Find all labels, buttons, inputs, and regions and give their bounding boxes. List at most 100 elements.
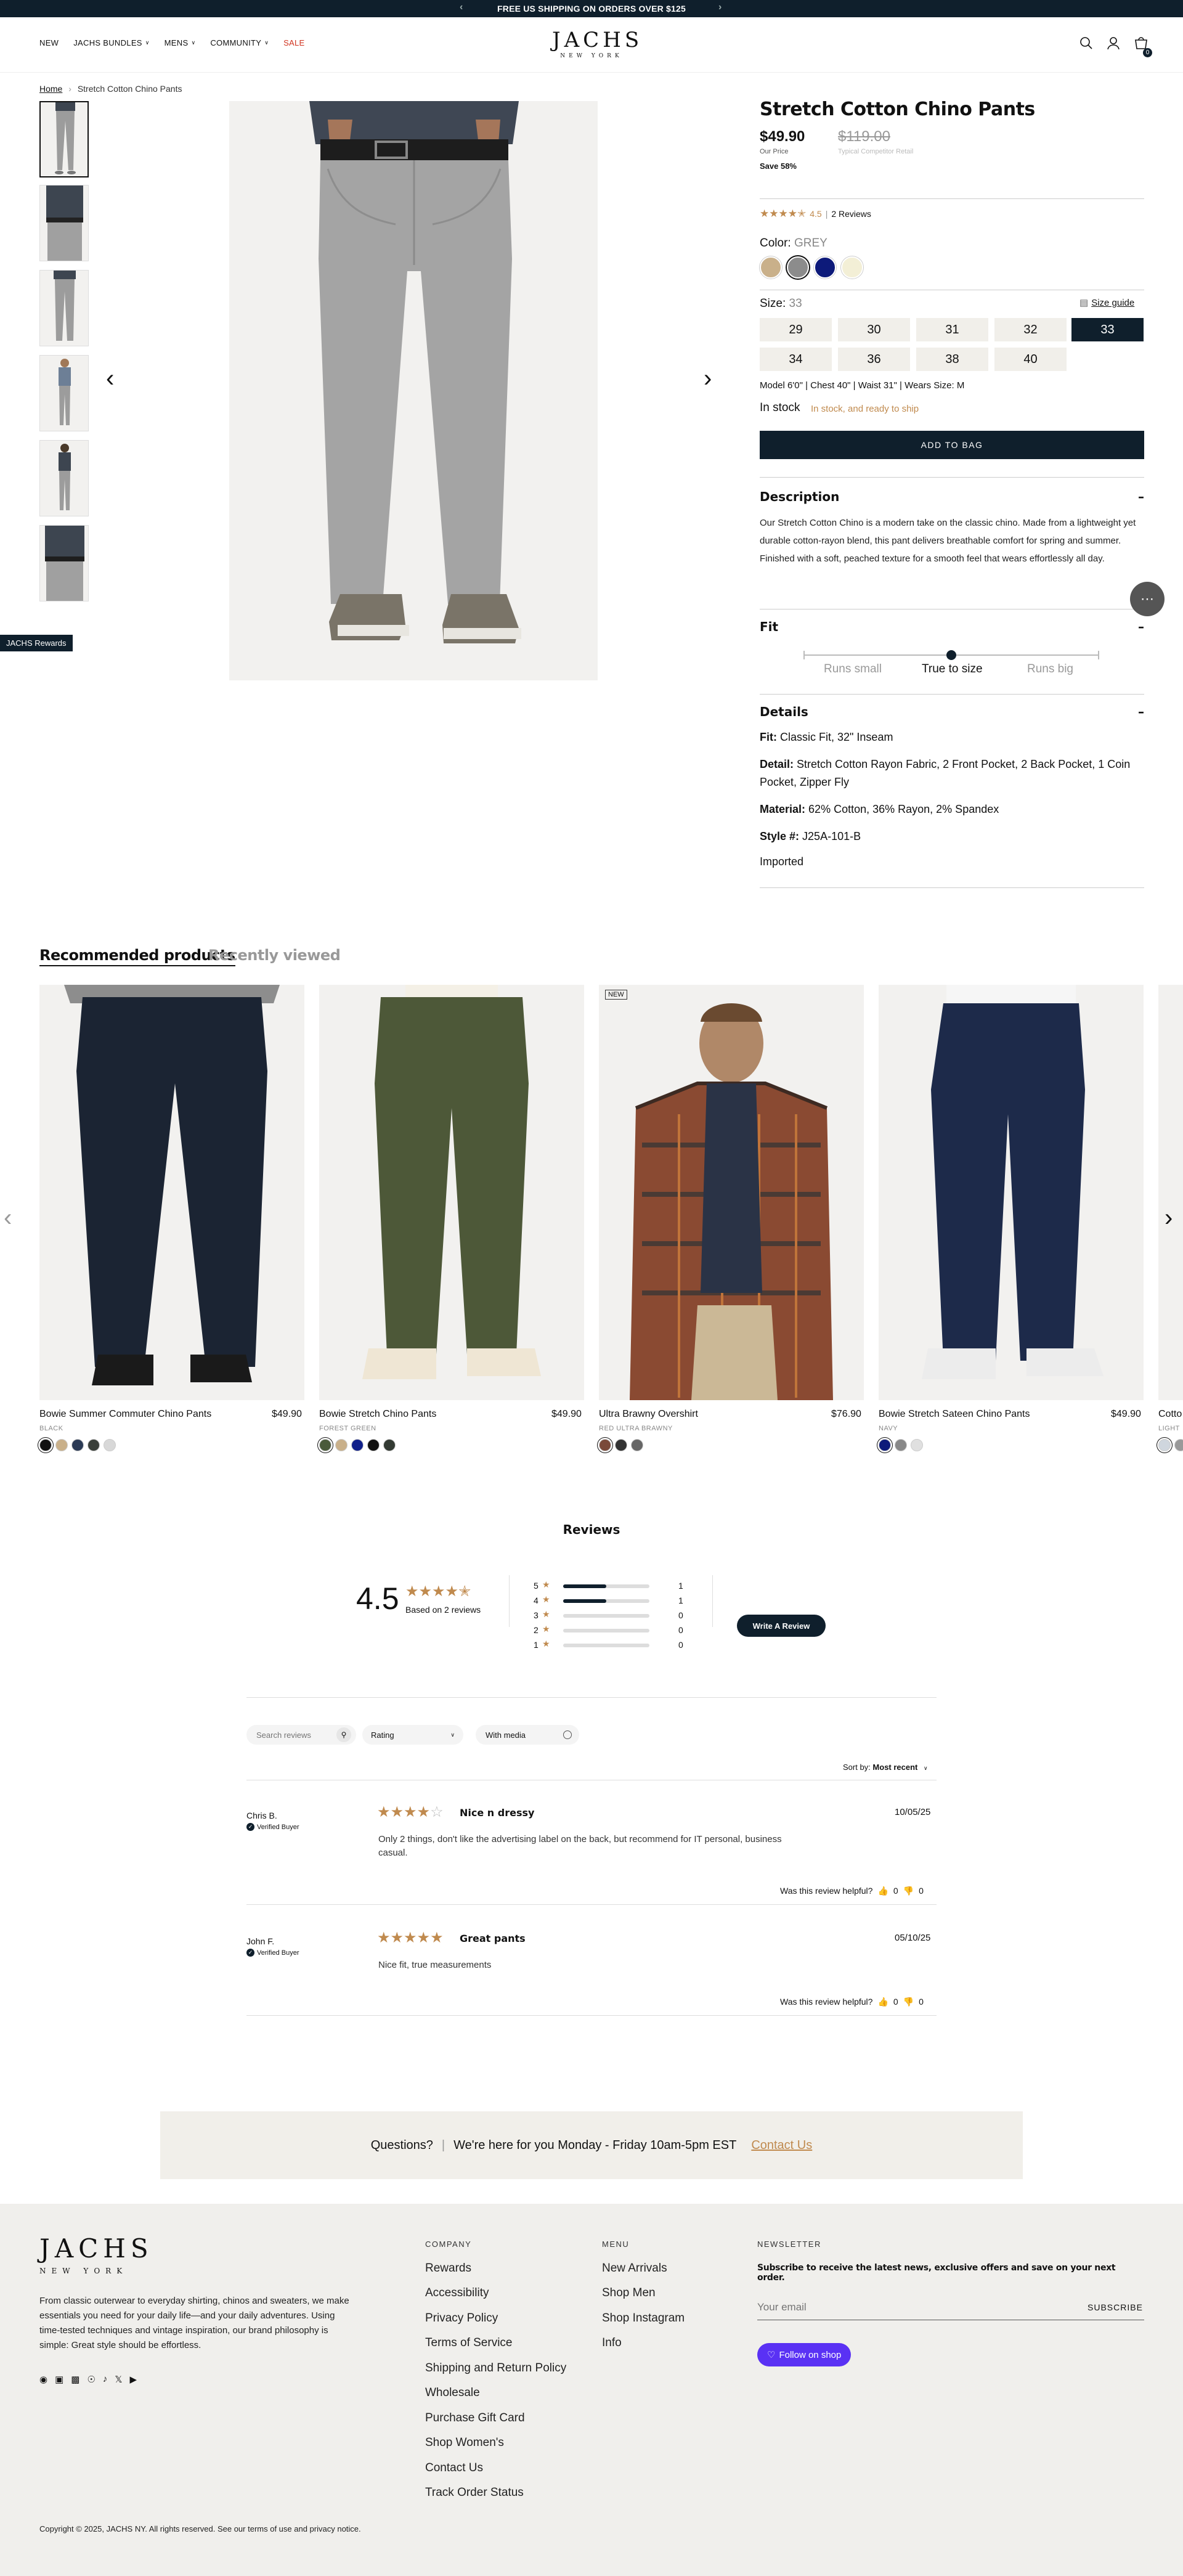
search-icon[interactable]: ⚲: [336, 1727, 351, 1742]
size-option[interactable]: 31: [916, 318, 988, 341]
cart-icon[interactable]: 0: [1134, 36, 1152, 57]
gallery-thumbnail[interactable]: [39, 355, 89, 431]
product-card-image[interactable]: [1158, 985, 1183, 1400]
account-icon[interactable]: [1107, 36, 1120, 53]
tab-recommended[interactable]: Recommended products: [39, 947, 235, 966]
card-swatch[interactable]: [1158, 1439, 1171, 1451]
contact-us-link[interactable]: Contact Us: [751, 2138, 812, 2153]
footer-link[interactable]: Shop Instagram: [602, 2312, 685, 2325]
reviews-link[interactable]: 2 Reviews: [831, 209, 871, 219]
footer-link[interactable]: Wholesale: [425, 2386, 480, 2400]
size-option[interactable]: 40: [994, 348, 1067, 371]
footer-link[interactable]: Shipping and Return Policy: [425, 2362, 566, 2375]
card-swatch[interactable]: [383, 1439, 396, 1451]
gallery-thumbnail[interactable]: [39, 185, 89, 261]
newsletter-email-input[interactable]: [757, 2296, 1035, 2318]
product-card-image[interactable]: [879, 985, 1144, 1400]
size-option[interactable]: 32: [994, 318, 1067, 341]
card-swatch[interactable]: [55, 1439, 68, 1451]
footer-link[interactable]: Rewards: [425, 2262, 471, 2275]
search-reviews[interactable]: ⚲: [246, 1725, 356, 1745]
nav-item-new[interactable]: NEW: [39, 38, 59, 47]
announcement-next-arrow[interactable]: ›: [718, 2, 722, 13]
card-swatch[interactable]: [1174, 1439, 1183, 1451]
card-swatch[interactable]: [351, 1439, 364, 1451]
rewards-launcher[interactable]: JACHS Rewards: [0, 635, 73, 651]
gallery-thumbnail[interactable]: [39, 440, 89, 516]
product-card-image[interactable]: NEW: [599, 985, 864, 1400]
card-swatch[interactable]: [104, 1439, 116, 1451]
carousel-next-icon[interactable]: ›: [1165, 1204, 1173, 1232]
footer-link[interactable]: Shop Men: [602, 2286, 656, 2300]
card-name[interactable]: Cotto: [1158, 1409, 1182, 1420]
card-name[interactable]: Bowie Summer Commuter Chino Pants: [39, 1409, 211, 1420]
size-guide-link[interactable]: ▤ Size guide: [1079, 297, 1134, 309]
card-swatch[interactable]: [335, 1439, 348, 1451]
footer-link[interactable]: Terms of Service: [425, 2336, 512, 2350]
thumbs-down-icon[interactable]: 👎: [903, 1886, 914, 1896]
size-option[interactable]: 29: [760, 318, 832, 341]
rating-filter-select[interactable]: Rating ∨: [362, 1725, 463, 1745]
product-card-image[interactable]: [39, 985, 304, 1400]
card-swatch[interactable]: [367, 1439, 380, 1451]
footer-link[interactable]: Info: [602, 2336, 622, 2350]
card-swatch[interactable]: [87, 1439, 100, 1451]
card-swatch[interactable]: [599, 1439, 611, 1451]
size-option[interactable]: 34: [760, 348, 832, 371]
sort-control[interactable]: Sort by: Most recent ∨: [843, 1763, 928, 1772]
color-swatch-grey[interactable]: [787, 256, 809, 279]
footer-link[interactable]: New Arrivals: [602, 2262, 667, 2275]
color-swatch-cream[interactable]: [841, 256, 863, 279]
facebook-icon[interactable]: ◉: [39, 2374, 47, 2385]
color-swatch-khaki[interactable]: [760, 256, 782, 279]
x-icon[interactable]: 𝕏: [115, 2374, 122, 2385]
nav-item-community[interactable]: COMMUNITY ∨: [210, 38, 269, 47]
card-swatch[interactable]: [615, 1439, 627, 1451]
chevron-left-icon[interactable]: ‹: [106, 365, 114, 393]
description-header[interactable]: Description –: [760, 489, 1144, 504]
gallery-thumbnail[interactable]: [39, 525, 89, 601]
card-swatch[interactable]: [631, 1439, 643, 1451]
footer-link[interactable]: Track Order Status: [425, 2486, 524, 2500]
breadcrumb-home[interactable]: Home: [39, 84, 62, 94]
tab-recently-viewed[interactable]: Recently viewed: [208, 947, 341, 964]
fit-header[interactable]: Fit –: [760, 619, 1144, 634]
size-option[interactable]: 36: [838, 348, 910, 371]
card-swatch[interactable]: [39, 1439, 52, 1451]
thumbs-down-icon[interactable]: 👎: [903, 1997, 914, 2007]
footer-link[interactable]: Accessibility: [425, 2286, 489, 2300]
add-to-bag-button[interactable]: ADD TO BAG: [760, 431, 1144, 459]
card-swatch[interactable]: [319, 1439, 331, 1451]
footer-link[interactable]: Privacy Policy: [425, 2312, 498, 2325]
subscribe-button[interactable]: SUBSCRIBE: [1087, 2302, 1143, 2312]
tiktok-icon[interactable]: ♪: [103, 2374, 108, 2385]
thumbs-up-icon[interactable]: 👍: [877, 1886, 888, 1896]
size-option-selected[interactable]: 33: [1071, 318, 1144, 341]
product-card-image[interactable]: [319, 985, 584, 1400]
with-media-toggle[interactable]: With media: [476, 1725, 579, 1745]
footer-link[interactable]: Shop Women's: [425, 2436, 504, 2450]
card-name[interactable]: Bowie Stretch Chino Pants: [319, 1409, 436, 1420]
card-name[interactable]: Ultra Brawny Overshirt: [599, 1409, 698, 1420]
card-swatch[interactable]: [895, 1439, 907, 1451]
instagram-icon[interactable]: ▣: [55, 2374, 63, 2385]
youtube-icon[interactable]: ▶: [130, 2374, 137, 2385]
footer-logo[interactable]: JACHS NEW YORK: [39, 2235, 153, 2276]
carousel-prev-icon[interactable]: ‹: [4, 1204, 12, 1232]
card-name[interactable]: Bowie Stretch Sateen Chino Pants: [879, 1409, 1030, 1420]
footer-link[interactable]: Purchase Gift Card: [425, 2411, 525, 2425]
chevron-right-icon[interactable]: ›: [704, 365, 712, 393]
write-review-button[interactable]: Write A Review: [737, 1615, 826, 1637]
card-swatch[interactable]: [879, 1439, 891, 1451]
search-reviews-input[interactable]: [256, 1730, 324, 1740]
linkedin-icon[interactable]: ▩: [71, 2374, 79, 2385]
chat-icon[interactable]: ⋯: [1130, 582, 1165, 616]
size-option[interactable]: 30: [838, 318, 910, 341]
nav-item-mens[interactable]: MENS ∨: [165, 38, 196, 47]
size-option[interactable]: 38: [916, 348, 988, 371]
gallery-thumbnail[interactable]: [39, 270, 89, 346]
card-swatch[interactable]: [71, 1439, 84, 1451]
color-swatch-navy[interactable]: [814, 256, 836, 279]
announcement-prev-arrow[interactable]: ‹: [460, 2, 463, 13]
thumbs-up-icon[interactable]: 👍: [877, 1997, 888, 2007]
